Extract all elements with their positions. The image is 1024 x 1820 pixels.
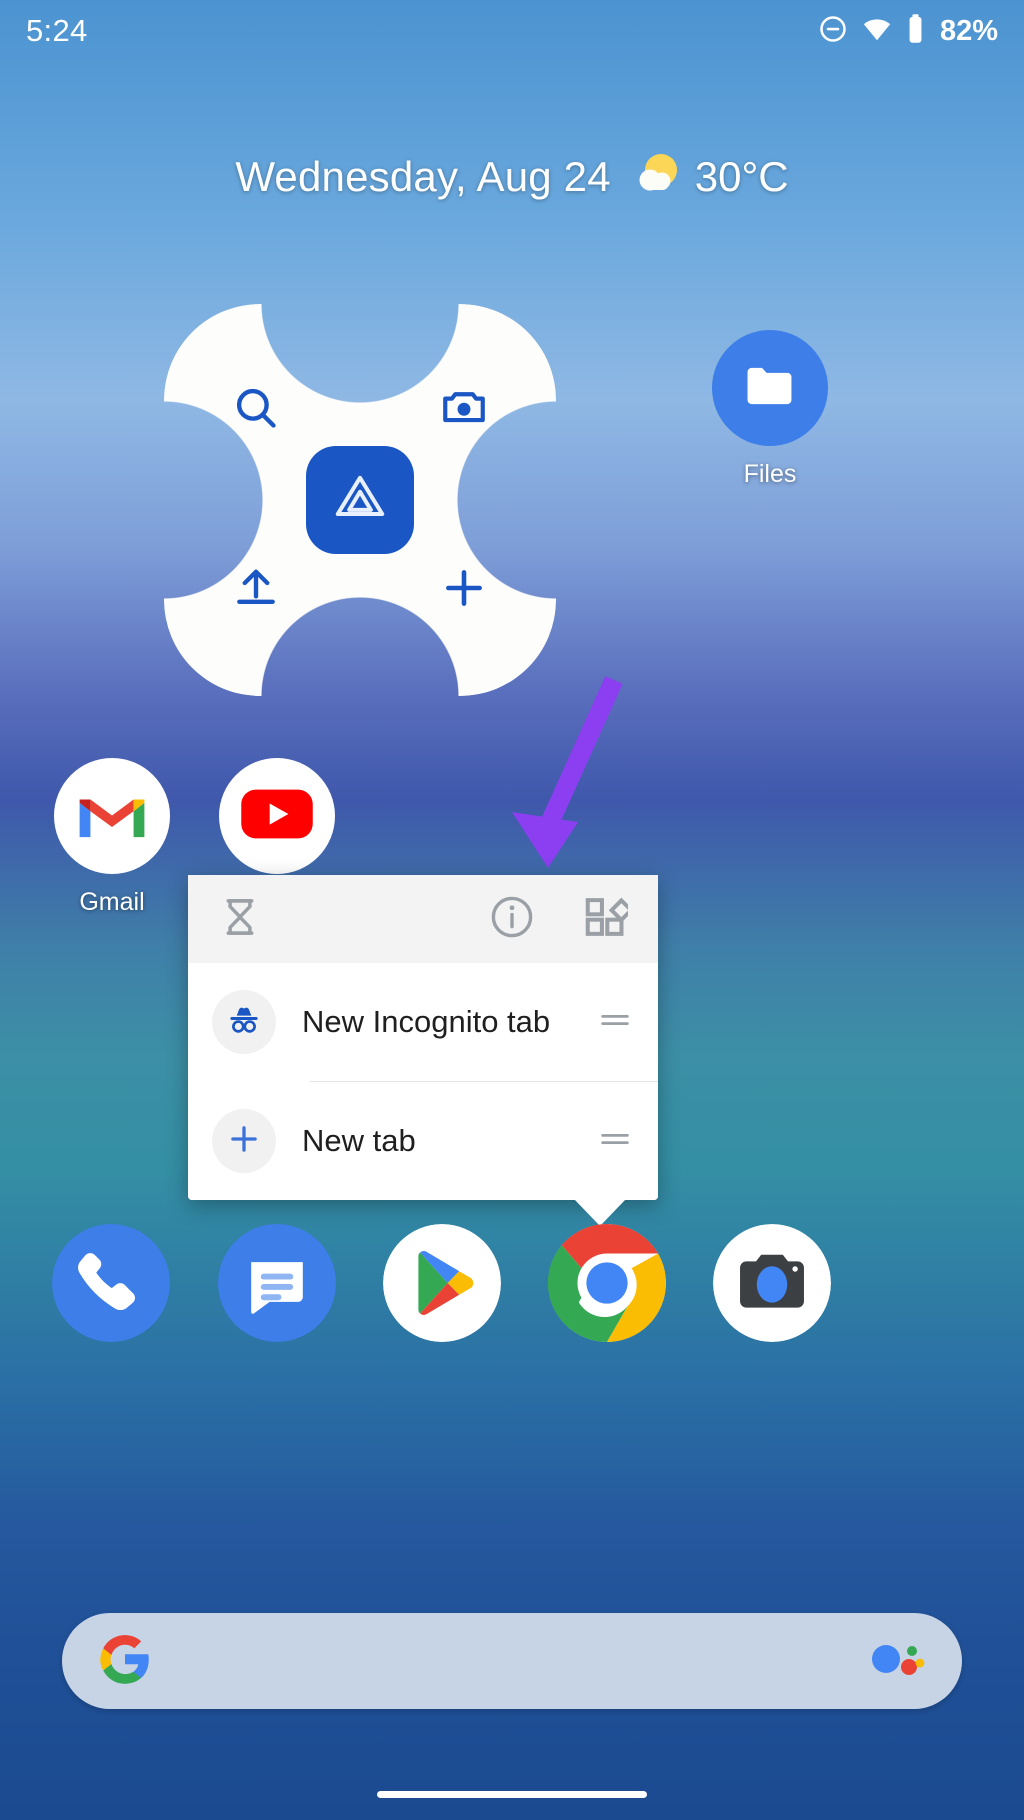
camera-icon <box>713 1224 831 1342</box>
plus-icon <box>439 563 489 618</box>
upload-icon <box>231 563 281 618</box>
files-icon-bubble <box>712 330 828 446</box>
gmail-icon-bubble <box>54 758 170 874</box>
popup-item-label: New tab <box>302 1123 416 1158</box>
popup-item-new-tab[interactable]: New tab <box>188 1082 658 1200</box>
widgets-icon[interactable] <box>582 894 634 945</box>
popup-items: New Incognito tab New tab <box>188 963 658 1200</box>
popup-header <box>188 875 658 963</box>
date-weather-widget[interactable]: Wednesday, Aug 24 30°C <box>0 148 1024 205</box>
partly-cloudy-icon <box>633 148 685 205</box>
app-shortcut-popup: New Incognito tab New tab <box>188 875 658 1226</box>
drive-scan-button[interactable] <box>434 380 494 440</box>
drag-handle-icon[interactable] <box>598 1009 632 1036</box>
search-icon <box>231 383 281 438</box>
drive-upload-button[interactable] <box>226 560 286 620</box>
phone-icon <box>52 1224 170 1342</box>
folder-icon <box>739 355 801 422</box>
popup-item-new-incognito-tab[interactable]: New Incognito tab <box>188 963 658 1081</box>
messages-icon <box>218 1224 336 1342</box>
google-drive-widget[interactable] <box>164 304 556 696</box>
weather-group: 30°C <box>633 148 789 205</box>
popup-item-label: New Incognito tab <box>302 1004 551 1039</box>
temperature-label: 30°C <box>694 152 789 200</box>
plus-icon-circle <box>212 1109 276 1173</box>
play-store-icon <box>383 1224 501 1342</box>
youtube-icon-bubble <box>219 758 335 874</box>
gmail-icon <box>75 786 149 847</box>
popup-tail <box>574 1199 626 1226</box>
drive-search-button[interactable] <box>226 380 286 440</box>
dock-icon-phone[interactable] <box>52 1224 170 1342</box>
info-icon[interactable] <box>488 893 536 946</box>
status-bar-system-icons: 82% <box>818 13 998 49</box>
dock-icon-camera[interactable] <box>713 1224 831 1342</box>
plus-icon <box>226 1121 262 1162</box>
battery-percent-label: 82% <box>939 14 998 47</box>
google-g-icon <box>98 1632 152 1691</box>
status-bar-clock: 5:24 <box>26 13 88 48</box>
chrome-icon <box>548 1224 666 1342</box>
gesture-navigation-bar[interactable] <box>377 1791 647 1798</box>
status-bar: 5:24 82% <box>0 0 1024 62</box>
annotation-arrow <box>490 672 640 892</box>
date-label: Wednesday, Aug 24 <box>235 152 611 200</box>
app-label-gmail: Gmail <box>79 888 145 916</box>
app-icon-youtube[interactable] <box>219 758 335 888</box>
app-label-files: Files <box>743 460 797 488</box>
incognito-icon-circle <box>212 990 276 1054</box>
app-icon-gmail[interactable]: Gmail <box>54 758 170 917</box>
youtube-icon <box>238 785 316 848</box>
dock-icon-messages[interactable] <box>218 1224 336 1342</box>
app-icon-files[interactable]: Files <box>712 330 828 489</box>
dock <box>0 1224 1024 1344</box>
drive-new-button[interactable] <box>434 560 494 620</box>
home-screen: 5:24 82% Wednesday, Aug 24 30°C Files Gm… <box>0 0 1024 1820</box>
hourglass-icon[interactable] <box>218 895 262 944</box>
wifi-icon <box>861 14 893 49</box>
dock-icon-play-store[interactable] <box>383 1224 501 1342</box>
google-drive-icon <box>329 467 391 534</box>
battery-icon <box>906 13 925 49</box>
drive-app-button[interactable] <box>306 446 414 554</box>
camera-icon <box>439 383 489 438</box>
google-search-bar[interactable] <box>62 1613 962 1709</box>
google-assistant-icon[interactable] <box>864 1637 926 1686</box>
do-not-disturb-icon <box>818 14 848 49</box>
drag-handle-icon[interactable] <box>598 1128 632 1155</box>
incognito-icon <box>225 1001 263 1044</box>
dock-icon-chrome[interactable] <box>548 1224 666 1342</box>
